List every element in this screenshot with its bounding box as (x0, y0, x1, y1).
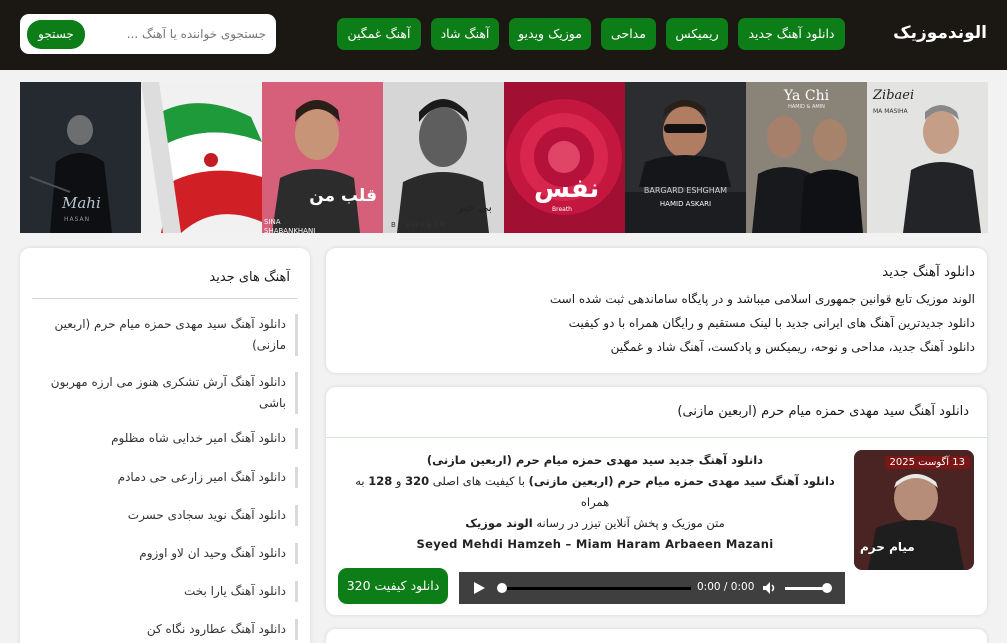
intro-card: دانلود آهنگ جدید الوند موزیک تابع قوانین… (326, 248, 987, 373)
volume-track[interactable] (785, 587, 827, 590)
player-time: 0:00 / 0:00 (697, 581, 755, 593)
cover-bikhabar-sub: BI KHABAR (391, 221, 448, 229)
quality-128: 128 (368, 474, 393, 488)
sidebar-item-3[interactable]: دانلود آهنگ امیر خدایی شاه مظلوم (32, 428, 298, 449)
cover-askari-caption: BARGARD ESHGHAM (643, 186, 728, 195)
nav-maddahi[interactable]: مداحی (601, 18, 656, 50)
post-heading: دانلود آهنگ جدید سید مهدی حمزه میام حرم … (426, 453, 764, 467)
thumbnail-caption: میام حرم (860, 540, 915, 554)
search-button[interactable]: جستجو (27, 20, 85, 49)
progress-track[interactable] (501, 587, 691, 590)
nav-new-songs[interactable]: دانلود آهنگ جدید (738, 18, 845, 50)
site-header: الوندموزیک دانلود آهنگ جدید ریمیکس مداحی… (0, 0, 1007, 70)
nav-happy-songs[interactable]: آهنگ شاد (431, 18, 499, 50)
progress-thumb[interactable] (497, 583, 507, 593)
cover-askari[interactable]: BARGARD ESHGHAM HAMID ASKARI (625, 82, 746, 233)
nav-music-video[interactable]: موزیک ویدیو (509, 18, 591, 50)
post-text-line3: متن موزیک و پخش آنلاین تیزر در رسانه (532, 516, 725, 530)
intro-line-2: دانلود جدیدترین آهنگ های ایرانی جدید با … (568, 316, 975, 330)
post-date-badge: 13 آگوست 2025 (884, 456, 970, 469)
cover-zibaei[interactable]: Zibaei MA MASIHA (867, 82, 988, 233)
cover-nafas[interactable]: نفس Breath (504, 82, 625, 233)
intro-line-3: دانلود آهنگ جدید، مداحی و نوحه، ریمیکس و… (610, 340, 975, 354)
sidebar-title: آهنگ های جدید (209, 270, 290, 285)
cover-sina-sub: SINA SHABANKHANI (264, 218, 316, 233)
cover-sina-caption: قلب من (309, 186, 377, 206)
iran-flag-art (141, 82, 262, 233)
sidebar-item-7[interactable]: دانلود آهنگ یارا بخت (32, 581, 298, 602)
cover-flag[interactable] (141, 82, 262, 233)
cover-nafas-sub: Breath (552, 206, 572, 213)
download-320-button[interactable]: دانلود کیفیت 320 (338, 568, 448, 604)
cover-nafas-caption: نفس (534, 174, 600, 204)
cover-yachi[interactable]: Ya Chi HAMID & AMIN (746, 82, 867, 233)
cover-sina-art (262, 82, 383, 233)
sidebar-item-6[interactable]: دانلود آهنگ وحید ان لاو اوزوم (32, 543, 298, 564)
quality-320: 320 (405, 474, 430, 488)
cover-yachi-caption: Ya Chi (783, 88, 830, 104)
search-box: جستجو (20, 14, 276, 54)
site-logo[interactable]: الوندموزیک (893, 23, 987, 43)
post-text-and: و (392, 474, 406, 488)
featured-covers: Mahi HASAN قلب من SINA SHABANKHANI بی خب… (20, 82, 988, 233)
cover-zibaei-sub: MA MASIHA (873, 108, 908, 115)
audio-player: 0:00 / 0:00 (459, 572, 845, 604)
sidebar-item-8[interactable]: دانلود آهنگ عطارود نگاه کن (32, 619, 298, 640)
volume-thumb[interactable] (822, 583, 832, 593)
sidebar-item-2[interactable]: دانلود آهنگ آرش تشکری هنوز می ارزه مهربو… (32, 372, 298, 414)
search-input[interactable] (116, 22, 266, 46)
cover-bikhabar-caption: بی خبر (457, 200, 492, 214)
sidebar-item-1[interactable]: دانلود آهنگ سید مهدی حمزه میام حرم (اربع… (32, 314, 298, 356)
post-divider (326, 437, 987, 438)
cover-yachi-sub: HAMID & AMIN (788, 104, 825, 110)
sidebar-item-5[interactable]: دانلود آهنگ نوید سجادی حسرت (32, 505, 298, 526)
play-icon[interactable] (474, 582, 485, 594)
post-site-name: الوند موزیک (465, 516, 533, 530)
post-description: دانلود آهنگ جدید سید مهدی حمزه میام حرم … (350, 450, 840, 555)
post-song-name: دانلود آهنگ سید مهدی حمزه میام حرم (اربع… (528, 474, 835, 488)
post-text-span: با کیفیت های اصلی (429, 474, 529, 488)
nav-sad-songs[interactable]: آهنگ غمگین (337, 18, 421, 50)
sidebar-new-songs: آهنگ های جدید دانلود آهنگ سید مهدی حمزه … (20, 248, 310, 643)
sidebar-item-4[interactable]: دانلود آهنگ امیر زارعی حی دمادم (32, 467, 298, 488)
intro-line-1: الوند موزیک تابع قوانین جمهوری اسلامی می… (549, 292, 975, 306)
next-post-card (326, 629, 987, 643)
cover-mahi-caption: Mahi (62, 194, 101, 212)
post-thumbnail[interactable]: 13 آگوست 2025 میام حرم (854, 450, 974, 570)
volume-icon[interactable] (762, 581, 776, 595)
cover-mahi-sub: HASAN (64, 216, 91, 223)
sidebar-divider (32, 298, 298, 299)
post-card: دانلود آهنگ سید مهدی حمزه میام حرم (اربع… (326, 387, 987, 615)
cover-zibaei-art (867, 82, 988, 233)
cover-askari-sub: HAMID ASKARI (659, 200, 712, 208)
cover-mahi[interactable]: Mahi HASAN (20, 82, 141, 233)
post-title[interactable]: دانلود آهنگ سید مهدی حمزه میام حرم (اربع… (677, 404, 969, 419)
cover-bikhabar[interactable]: بی خبر BI KHABAR (383, 82, 504, 233)
intro-title: دانلود آهنگ جدید (882, 264, 975, 280)
cover-sina[interactable]: قلب من SINA SHABANKHANI (262, 82, 383, 233)
cover-askari-art (625, 82, 746, 233)
post-english-title: Seyed Mehdi Hamzeh – Miam Haram Arbaeen … (416, 537, 774, 551)
cover-zibaei-caption: Zibaei (873, 88, 915, 103)
nav-remix[interactable]: ریمیکس (666, 18, 728, 50)
